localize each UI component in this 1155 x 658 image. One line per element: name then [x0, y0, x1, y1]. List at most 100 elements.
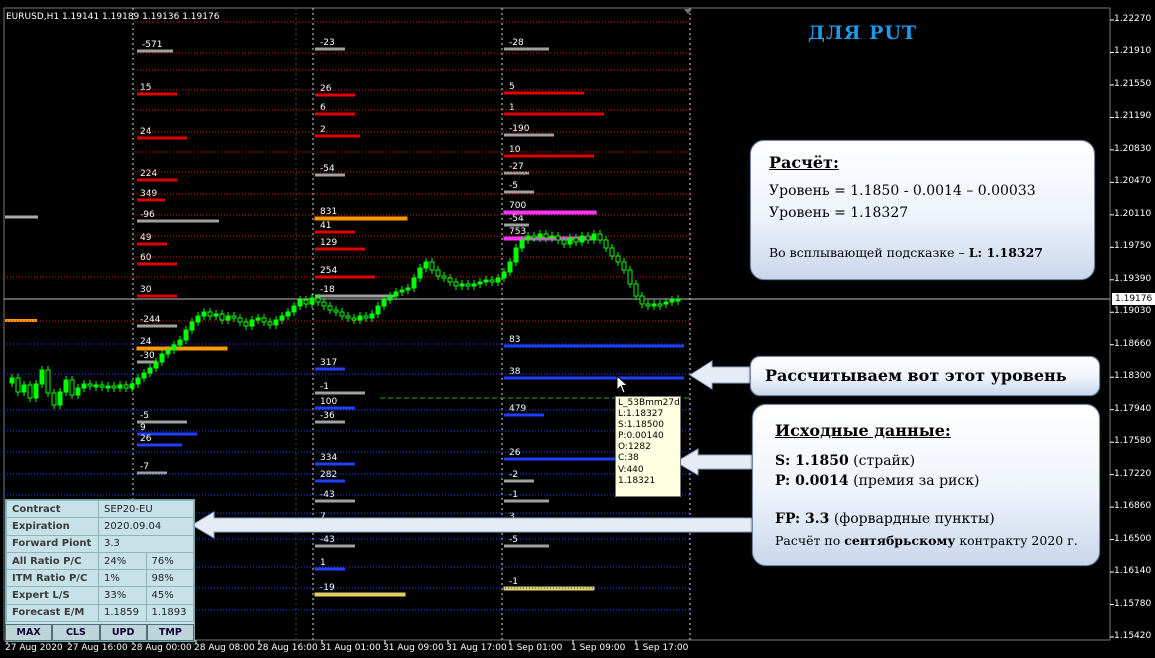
candle-body: [39, 369, 45, 385]
tooltip-line: C:38: [618, 453, 639, 464]
candle-body: [657, 303, 663, 307]
candle-body: [369, 313, 375, 319]
candle-body: [45, 369, 51, 394]
info-key: Contract: [6, 499, 99, 519]
info-row: ITM Ratio P/C 1% 98%: [6, 569, 194, 588]
y-tick-label: 1.20470: [1114, 176, 1152, 187]
candle-body: [639, 295, 645, 305]
x-tick-label: 28 Aug 00:00: [131, 643, 192, 653]
candle-body: [15, 377, 21, 393]
y-tick-label: 1.22270: [1114, 14, 1152, 24]
candle-body: [321, 301, 327, 307]
calc-line-2: Уровень = 1.18327: [769, 205, 909, 221]
level-label: 349: [140, 189, 157, 199]
candle-body: [9, 377, 15, 384]
candle-body: [441, 275, 447, 279]
candle-body: [549, 235, 555, 239]
premium-label: P: 0.0014: [775, 473, 849, 489]
candle-body: [435, 269, 441, 277]
cls-button[interactable]: CLS: [52, 624, 100, 641]
candle-body: [327, 305, 333, 311]
strike-label: S: 1.1850: [775, 453, 849, 469]
calc-line-3: Во всплывающей подсказке – L: 1.18327: [769, 245, 1043, 260]
level-label: -244: [140, 315, 161, 325]
x-tick-label: 1 Sep 17:00: [634, 643, 689, 653]
tmp-button[interactable]: TMP: [146, 624, 194, 641]
candle-body: [633, 283, 639, 297]
info-key: Forecast E/M: [6, 603, 99, 623]
candle-body: [33, 383, 39, 399]
level-label: 479: [509, 404, 526, 414]
info-value-put: 33%: [98, 586, 147, 605]
level-label: 24: [140, 337, 152, 347]
candle-body: [393, 291, 399, 297]
candle-body: [627, 269, 633, 285]
candle-body: [81, 383, 87, 389]
level-label: 26: [509, 448, 521, 458]
level-label: 700: [509, 201, 526, 211]
candle-body: [471, 283, 477, 287]
info-row: Forward Piont 3.3: [6, 534, 194, 553]
level-label: 100: [320, 397, 337, 407]
candle-body: [663, 301, 669, 305]
candle-body: [411, 277, 417, 289]
candle-body: [135, 377, 141, 385]
level-bar: [314, 216, 408, 221]
y-tick-label: 1.20830: [1114, 143, 1152, 154]
level-label: -5: [140, 411, 149, 421]
y-tick-label: 1.21190: [1114, 111, 1152, 122]
candle-body: [603, 239, 609, 249]
level-label: 26: [320, 84, 332, 94]
candle-body: [93, 384, 99, 388]
candle-body: [63, 379, 69, 393]
candle-body: [579, 235, 585, 243]
level-label: 6: [320, 103, 326, 113]
x-tick-label: 31 Aug 09:00: [383, 643, 444, 653]
source-contract: Расчёт по сентябрьскому контракту 2020 г…: [775, 533, 1078, 548]
level-label: 60: [140, 253, 152, 263]
candle-body: [183, 329, 189, 341]
candle-body: [87, 383, 93, 387]
calc-line-3-prefix: Во всплывающей подсказке –: [769, 245, 969, 260]
level-callout-text: Рассчитываем вот этот уровень: [765, 366, 1067, 385]
candle-body: [21, 384, 27, 393]
level-label: 10: [509, 145, 521, 155]
level-label: -30: [140, 351, 155, 361]
candle-body: [51, 392, 57, 406]
candle-body: [237, 317, 243, 323]
level-label: -571: [142, 40, 162, 50]
upd-button[interactable]: UPD: [99, 624, 147, 641]
candle-body: [513, 247, 519, 263]
candle-body: [273, 319, 279, 326]
tooltip-line: L:1.18327: [618, 409, 664, 420]
info-value-call: 98%: [145, 569, 194, 588]
candle-body: [267, 321, 273, 326]
y-tick-label: 1.17580: [1114, 436, 1152, 447]
candle-body: [111, 385, 117, 389]
level-label: 334: [320, 453, 337, 463]
info-table: Contract SEP20-EU Expiration 2020.09.04 Fo…: [6, 499, 194, 623]
x-tick-label: 1 Sep 09:00: [571, 643, 626, 653]
level-bar: [136, 346, 228, 351]
source-forward-points: FP: 3.3 (форвардные пункты): [775, 511, 995, 527]
x-tick-label: 28 Aug 16:00: [257, 643, 318, 653]
candle-body: [279, 315, 285, 321]
level-label: -1: [509, 577, 518, 587]
level-label: 26: [140, 434, 152, 444]
candle-body: [333, 309, 339, 313]
candle-body: [243, 321, 249, 327]
candle-body: [561, 239, 567, 245]
tooltip-line: S:1.18500: [618, 420, 664, 431]
info-value-call: 76%: [145, 551, 194, 571]
candle-body: [489, 279, 495, 283]
level-label: 1: [509, 103, 515, 113]
level-label: -1: [509, 490, 518, 500]
y-tick-label: 1.16500: [1114, 533, 1152, 544]
level-label: 282: [320, 470, 337, 480]
info-value: 2020.09.04: [98, 517, 194, 536]
level-label: -43: [320, 535, 335, 545]
level-label: -36: [320, 411, 335, 421]
candle-body: [219, 313, 225, 321]
max-button[interactable]: MAX: [5, 624, 53, 641]
y-tick-label: 1.20110: [1114, 208, 1152, 219]
